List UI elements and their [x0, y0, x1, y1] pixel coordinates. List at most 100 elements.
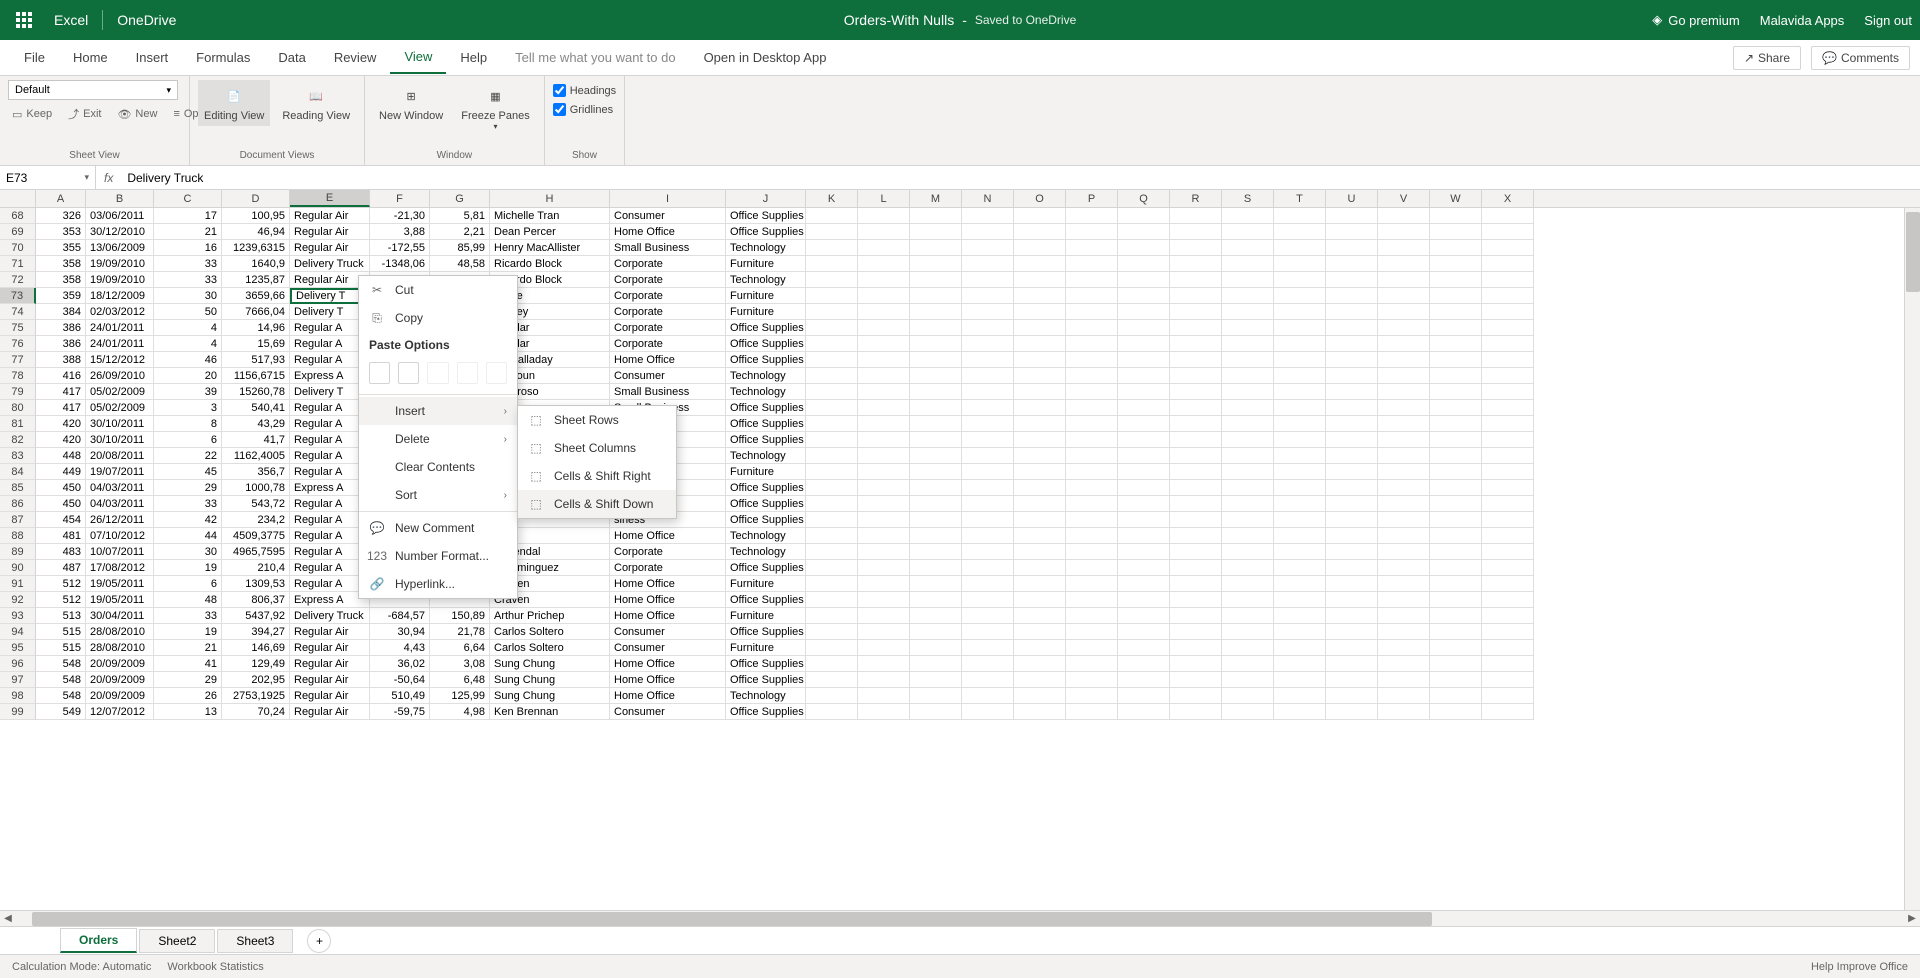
cell[interactable]: 4,98	[430, 704, 490, 720]
fx-label[interactable]: fx	[96, 171, 121, 185]
cell[interactable]	[1326, 208, 1378, 224]
cell[interactable]: Office Supplies	[726, 496, 806, 512]
cell[interactable]: 450	[36, 496, 86, 512]
cell[interactable]: 3,08	[430, 656, 490, 672]
cell[interactable]	[1274, 288, 1326, 304]
cell[interactable]	[1170, 544, 1222, 560]
cell[interactable]: 41,7	[222, 432, 290, 448]
cell[interactable]	[1014, 240, 1066, 256]
cell[interactable]: Corporate	[610, 336, 726, 352]
cell[interactable]	[910, 560, 962, 576]
cell[interactable]	[910, 224, 962, 240]
cell[interactable]	[1170, 272, 1222, 288]
cell[interactable]: 12/07/2012	[86, 704, 154, 720]
tab-formulas[interactable]: Formulas	[182, 42, 264, 73]
cell[interactable]	[806, 544, 858, 560]
cell[interactable]	[962, 560, 1014, 576]
cell[interactable]: 15260,78	[222, 384, 290, 400]
cell[interactable]	[1274, 272, 1326, 288]
cell[interactable]	[1170, 496, 1222, 512]
ctx-new-comment[interactable]: 💬New Comment	[359, 514, 517, 542]
cell[interactable]: 210,4	[222, 560, 290, 576]
row-header[interactable]: 70	[0, 240, 36, 256]
cell[interactable]	[806, 624, 858, 640]
cell[interactable]	[1222, 512, 1274, 528]
paste-option-4[interactable]	[457, 362, 478, 384]
cell[interactable]: Regular Air	[290, 704, 370, 720]
cell[interactable]	[910, 416, 962, 432]
cell[interactable]	[1482, 624, 1534, 640]
tab-file[interactable]: File	[10, 42, 59, 73]
cell[interactable]	[962, 272, 1014, 288]
cell[interactable]: Office Supplies	[726, 432, 806, 448]
cell[interactable]	[1118, 448, 1170, 464]
cell[interactable]	[962, 384, 1014, 400]
cell[interactable]	[1170, 480, 1222, 496]
cell[interactable]: Regular Air	[290, 224, 370, 240]
reading-view-button[interactable]: 📖Reading View	[276, 80, 356, 126]
cell[interactable]	[806, 496, 858, 512]
cell[interactable]	[1170, 336, 1222, 352]
cell[interactable]	[910, 240, 962, 256]
cell[interactable]: 05/02/2009	[86, 384, 154, 400]
cell[interactable]: 1156,6715	[222, 368, 290, 384]
cell[interactable]: 13	[154, 704, 222, 720]
cell[interactable]: 19/09/2010	[86, 272, 154, 288]
cell[interactable]	[1378, 304, 1430, 320]
cell[interactable]	[1482, 352, 1534, 368]
cell[interactable]: 417	[36, 384, 86, 400]
cell[interactable]	[806, 320, 858, 336]
cell[interactable]	[1222, 656, 1274, 672]
cell[interactable]	[1326, 464, 1378, 480]
cell[interactable]: Corporate	[610, 304, 726, 320]
cell[interactable]	[1014, 464, 1066, 480]
cell[interactable]	[1118, 272, 1170, 288]
cell[interactable]	[1430, 512, 1482, 528]
scroll-left-arrow[interactable]: ◀	[0, 913, 16, 924]
cell[interactable]	[806, 272, 858, 288]
row-header[interactable]: 96	[0, 656, 36, 672]
cell[interactable]	[1274, 512, 1326, 528]
cell[interactable]: 26	[154, 688, 222, 704]
col-header-E[interactable]: E	[290, 190, 370, 207]
cell[interactable]	[1066, 288, 1118, 304]
cell[interactable]	[1326, 528, 1378, 544]
cell[interactable]: Technology	[726, 448, 806, 464]
cell[interactable]	[962, 512, 1014, 528]
cell[interactable]: Arthur Prichep	[490, 608, 610, 624]
submenu-shift-right[interactable]: ⬚Cells & Shift Right	[518, 462, 676, 490]
cell[interactable]: -21,30	[370, 208, 430, 224]
scrollbar-thumb[interactable]	[1906, 212, 1920, 292]
cell[interactable]	[806, 256, 858, 272]
cell[interactable]	[858, 288, 910, 304]
cell[interactable]	[1482, 400, 1534, 416]
cell[interactable]: 20	[154, 368, 222, 384]
cell[interactable]: 358	[36, 256, 86, 272]
cell[interactable]	[806, 288, 858, 304]
cell[interactable]: Office Supplies	[726, 224, 806, 240]
tell-me-input[interactable]: Tell me what you want to do	[501, 42, 689, 73]
cell[interactable]	[1326, 704, 1378, 720]
cell[interactable]	[1222, 592, 1274, 608]
cell[interactable]	[1430, 368, 1482, 384]
sheet-view-dropdown[interactable]: Default▾	[8, 80, 178, 100]
col-header-B[interactable]: B	[86, 190, 154, 207]
cell[interactable]	[1378, 544, 1430, 560]
cell[interactable]	[962, 672, 1014, 688]
cell[interactable]: 7666,04	[222, 304, 290, 320]
cell[interactable]: 29	[154, 672, 222, 688]
cell[interactable]	[1326, 688, 1378, 704]
cell[interactable]	[858, 608, 910, 624]
cell[interactable]	[1066, 208, 1118, 224]
cell[interactable]	[1430, 624, 1482, 640]
cell[interactable]	[1014, 544, 1066, 560]
cell[interactable]	[910, 480, 962, 496]
cell[interactable]	[1326, 512, 1378, 528]
cell[interactable]: Office Supplies	[726, 320, 806, 336]
submenu-sheet-rows[interactable]: ⬚Sheet Rows	[518, 406, 676, 434]
tab-home[interactable]: Home	[59, 42, 122, 73]
col-header-G[interactable]: G	[430, 190, 490, 207]
cell[interactable]	[1066, 672, 1118, 688]
cell[interactable]: Office Supplies	[726, 208, 806, 224]
cell[interactable]	[1222, 320, 1274, 336]
